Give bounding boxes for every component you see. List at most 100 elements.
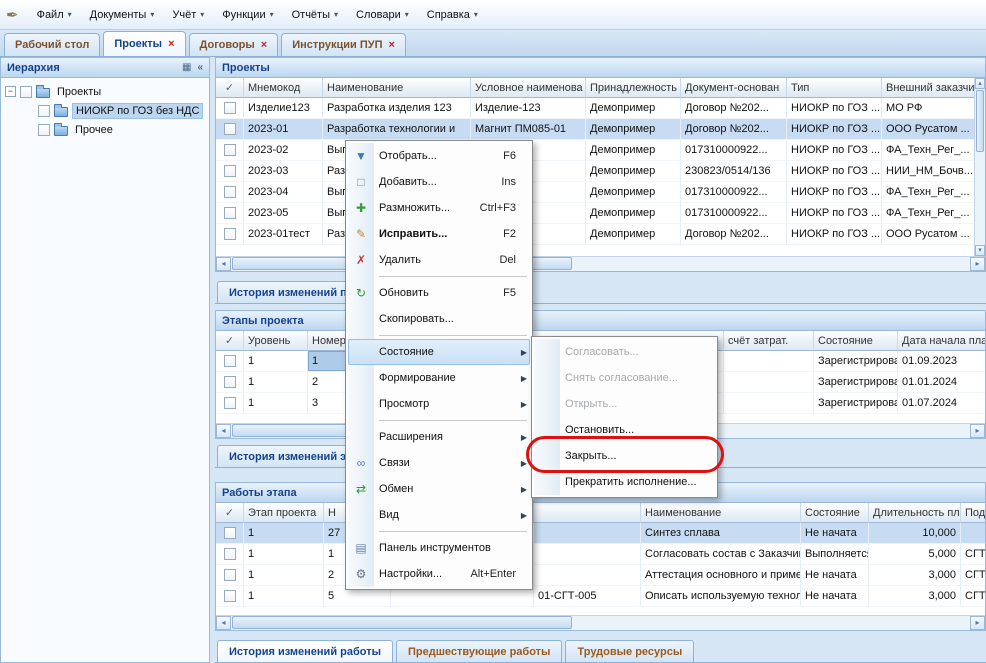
table-cell[interactable]: 01.01.2024 [898, 372, 985, 393]
table-cell[interactable] [534, 544, 641, 565]
column-header[interactable]: ✓ [216, 78, 244, 98]
table-cell[interactable]: 01.07.2024 [898, 393, 985, 414]
table-cell[interactable]: 230823/0514/136 [681, 161, 787, 182]
table-cell[interactable] [216, 372, 244, 393]
context-menu-item[interactable]: Вид▶ [348, 502, 530, 528]
table-cell[interactable]: ФА_Техн_Рег_... [882, 140, 974, 161]
table-cell[interactable] [216, 393, 244, 414]
column-header[interactable]: Состояние [801, 503, 869, 523]
table-cell[interactable]: 1 [244, 523, 324, 544]
menubar-item[interactable]: Документы▾ [82, 5, 163, 25]
table-cell[interactable]: 2023-02 [244, 140, 323, 161]
checkbox[interactable] [38, 105, 50, 117]
table-cell[interactable] [961, 523, 985, 544]
table-cell[interactable]: ФА_Техн_Рег_... [882, 203, 974, 224]
context-menu-item[interactable]: ▤Панель инструментов [348, 535, 530, 561]
checkbox[interactable] [224, 123, 236, 135]
checkbox[interactable] [224, 144, 236, 156]
table-cell[interactable]: Демопример [586, 98, 681, 119]
scroll-track[interactable] [231, 616, 970, 630]
table-cell[interactable]: НИОКР по ГОЗ ... [787, 224, 882, 245]
tab[interactable]: Инструкции ПУП× [281, 33, 406, 56]
table-cell[interactable]: Договор №202... [681, 119, 787, 140]
scroll-left-button[interactable]: ◂ [216, 616, 231, 630]
close-icon[interactable]: × [261, 39, 267, 51]
table-cell[interactable]: 017310000922... [681, 140, 787, 161]
column-header[interactable]: Мнемокод [244, 78, 323, 98]
tree-node[interactable]: Прочее [1, 120, 209, 139]
checkbox[interactable] [224, 355, 236, 367]
table-row[interactable]: 2023-05ВыпДемопример017310000922...НИОКР… [216, 203, 974, 224]
column-header[interactable]: Документ-основан [681, 78, 787, 98]
table-cell[interactable] [216, 182, 244, 203]
table-cell[interactable] [216, 203, 244, 224]
table-cell[interactable] [216, 523, 244, 544]
table-cell[interactable]: Магнит ПМ085-01 [471, 119, 586, 140]
table-cell[interactable]: НИОКР по ГОЗ ... [787, 98, 882, 119]
table-cell[interactable]: 017310000922... [681, 182, 787, 203]
table-cell[interactable]: Зарегистрирован [814, 393, 898, 414]
table-cell[interactable]: МО РФ [882, 98, 974, 119]
scroll-right-button[interactable]: ▸ [970, 616, 985, 630]
context-menu-item[interactable]: ↻ОбновитьF5 [348, 280, 530, 306]
context-menu-item[interactable]: Просмотр▶ [348, 391, 530, 417]
context-menu-item[interactable]: Открыть... [534, 391, 715, 417]
context-menu-item[interactable]: Закрыть... [534, 443, 715, 469]
table-row[interactable]: 2023-04ВыпДемопример017310000922...НИОКР… [216, 182, 974, 203]
checkbox[interactable] [20, 86, 32, 98]
column-header[interactable]: ✓ [216, 503, 244, 523]
table-cell[interactable]: Демопример [586, 203, 681, 224]
table-cell[interactable]: Не начата [801, 586, 869, 607]
table-cell[interactable] [216, 161, 244, 182]
context-menu-item[interactable]: ✎Исправить...F2 [348, 221, 530, 247]
table-cell[interactable] [216, 224, 244, 245]
table-cell[interactable]: 1 [244, 393, 308, 414]
table-row[interactable]: 2023-01тестРазрий маг...ДемопримерДогово… [216, 224, 974, 245]
scroll-right-button[interactable]: ▸ [970, 257, 985, 271]
table-cell[interactable] [216, 565, 244, 586]
table-cell[interactable]: 5,000 [869, 544, 961, 565]
table-cell[interactable]: НИОКР по ГОЗ ... [787, 203, 882, 224]
context-menu-item[interactable]: ✚Размножить...Ctrl+F3 [348, 195, 530, 221]
context-menu-item[interactable]: Снять согласование... [534, 365, 715, 391]
scroll-left-button[interactable]: ◂ [216, 257, 231, 271]
scroll-down-button[interactable]: ▾ [975, 245, 985, 256]
table-cell[interactable]: СГТ [961, 586, 985, 607]
tab[interactable]: Рабочий стол [4, 33, 100, 56]
table-row[interactable]: 2023-02Вып-ЭМСДемопример017310000922...Н… [216, 140, 974, 161]
tab[interactable]: Трудовые ресурсы [565, 640, 694, 662]
column-header[interactable]: Состояние [814, 331, 898, 351]
collapse-panel-icon[interactable]: « [197, 62, 203, 73]
context-menu-item[interactable]: Скопировать... [348, 306, 530, 332]
table-row[interactable]: 11Согласовать состав с ЗаказчикомВыполня… [216, 544, 985, 565]
context-menu-item[interactable]: Остановить... [534, 417, 715, 443]
table-cell[interactable]: 1 [244, 372, 308, 393]
table-cell[interactable]: НИОКР по ГОЗ ... [787, 140, 882, 161]
column-header[interactable]: Подр [961, 503, 985, 523]
table-row[interactable]: Изделие123Разработка изделия 123Изделие-… [216, 98, 974, 119]
checkbox[interactable] [224, 569, 236, 581]
menubar-item[interactable]: Функции▾ [214, 5, 281, 25]
checkbox[interactable] [224, 590, 236, 602]
table-cell[interactable]: 1 [244, 351, 308, 372]
checkbox[interactable] [224, 397, 236, 409]
table-row[interactable]: 2023-03Разр23/269Демопример230823/0514/1… [216, 161, 974, 182]
menubar-item[interactable]: Отчёты▾ [284, 5, 346, 25]
table-cell[interactable]: НИОКР по ГОЗ ... [787, 182, 882, 203]
tab[interactable]: История изменений работы [217, 640, 393, 662]
table-cell[interactable]: Договор №202... [681, 224, 787, 245]
close-icon[interactable]: × [389, 39, 395, 51]
tree-node[interactable]: НИОКР по ГОЗ без НДС [1, 101, 209, 120]
context-menu-item[interactable]: ⇄Обмен▶ [348, 476, 530, 502]
checkbox[interactable] [224, 165, 236, 177]
table-cell[interactable]: Разработка технологии и [323, 119, 471, 140]
tab[interactable]: Договоры× [189, 33, 279, 56]
table-cell[interactable]: 1 [244, 586, 324, 607]
table-cell[interactable]: 1 [244, 565, 324, 586]
table-cell[interactable]: 017310000922... [681, 203, 787, 224]
table-cell[interactable]: Демопример [586, 182, 681, 203]
column-header[interactable]: счёт затрат. [724, 331, 814, 351]
table-cell[interactable]: 2023-05 [244, 203, 323, 224]
table-cell[interactable]: Демопример [586, 224, 681, 245]
tab[interactable]: Проекты× [103, 31, 185, 56]
